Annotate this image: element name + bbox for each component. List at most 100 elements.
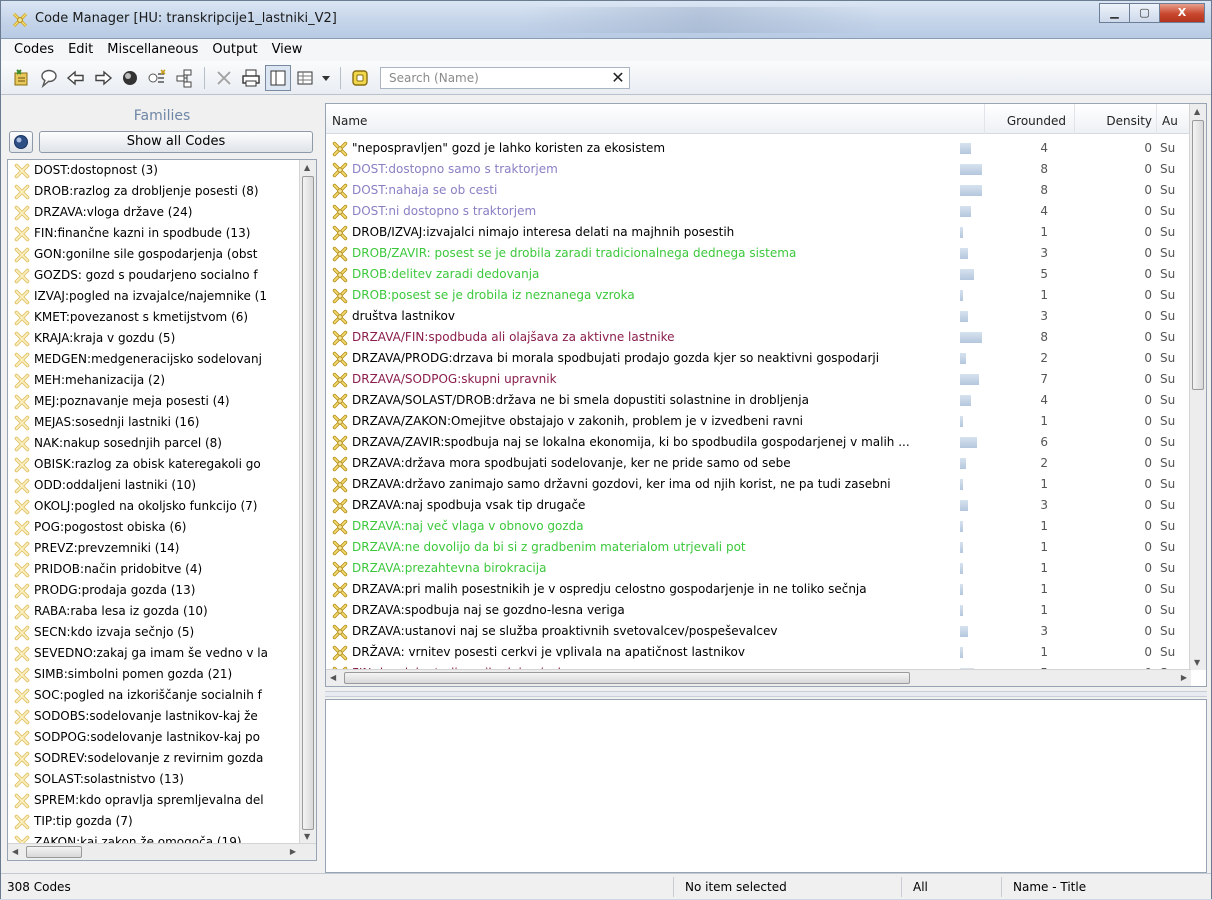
table-row[interactable]: DRZAVA:prezahtevna birokracija 1 0 Su [326, 558, 1191, 579]
family-item[interactable]: DOST:dostopnost (3) [8, 160, 299, 181]
family-list-vscroll[interactable]: ▲ ▼ [299, 160, 316, 844]
table-row[interactable]: DOST:ni dostopno s traktorjem 4 0 Su [326, 201, 1191, 222]
grid-view-icon[interactable] [292, 65, 318, 91]
menu-output[interactable]: Output [205, 39, 264, 61]
search-clear-icon[interactable]: ✕ [607, 68, 629, 87]
table-row[interactable]: DRZAVA:ne dovolijo da bi si z gradbenim … [326, 537, 1191, 558]
family-item[interactable]: SODOBS:sodelovanje lastnikov-kaj že [8, 706, 299, 727]
family-item[interactable]: DROB:razlog za drobljenje posesti (8) [8, 181, 299, 202]
family-item[interactable]: MEJAS:sosednji lastniki (16) [8, 412, 299, 433]
family-item[interactable]: PREVZ:prevzemniki (14) [8, 538, 299, 559]
table-row[interactable]: DROB/IZVAJ:izvajalci nimajo interesa del… [326, 222, 1191, 243]
delete-icon[interactable] [211, 65, 237, 91]
family-item[interactable]: ODD:oddaljeni lastniki (10) [8, 475, 299, 496]
new-code-icon[interactable] [9, 65, 35, 91]
family-item[interactable]: IZVAJ:pogled na izvajalce/najemnike (1 [8, 286, 299, 307]
family-item[interactable]: SODPOG:sodelovanje lastnikov-kaj po [8, 727, 299, 748]
family-item[interactable]: SECN:kdo izvaja sečnjo (5) [8, 622, 299, 643]
table-row[interactable]: DRZAVA/SODPOG:skupni upravnik 7 0 Su [326, 369, 1191, 390]
close-button[interactable]: X [1159, 3, 1205, 23]
maximize-button[interactable]: ▢ [1129, 3, 1159, 23]
back-arrow-icon[interactable] [63, 65, 89, 91]
family-item[interactable]: FIN:finančne kazni in spodbude (13) [8, 223, 299, 244]
table-row[interactable]: DRZAVA/ZAVIR:spodbuja naj se lokalna eko… [326, 432, 1191, 453]
column-header-name[interactable]: Name [332, 104, 367, 134]
grid-hscroll[interactable]: ◀ ▶ [326, 669, 1191, 686]
family-item[interactable]: SIMB:simbolni pomen gozda (21) [8, 664, 299, 685]
menu-miscellaneous[interactable]: Miscellaneous [100, 39, 205, 61]
scroll-thumb[interactable] [26, 846, 82, 858]
table-row[interactable]: DRZAVA/PRODG:drzava bi morala spodbujati… [326, 348, 1191, 369]
table-row[interactable]: DRZAVA:naj spodbuja vsak tip drugače 3 0 Su [326, 495, 1191, 516]
family-item[interactable]: MEDGEN:medgeneracijsko sodelovanj [8, 349, 299, 370]
table-row[interactable]: "nepospravljen" gozd je lahko koristen z… [326, 138, 1191, 159]
family-item[interactable]: SPREM:kdo opravlja spremljevalna del [8, 790, 299, 811]
table-row[interactable]: DRZAVA:državo zanimajo samo državni gozd… [326, 474, 1191, 495]
table-row[interactable]: DRZAVA/FIN:spodbuda ali olajšava za akti… [326, 327, 1191, 348]
menu-view[interactable]: View [265, 39, 310, 61]
family-item[interactable]: GOZDS: gozd s poudarjeno socialno f [8, 265, 299, 286]
family-icon [14, 583, 30, 598]
table-row[interactable]: DROB:delitev zaradi dedovanja 5 0 Su [326, 264, 1191, 285]
cell-density: 0 [1144, 372, 1152, 386]
tree-icon[interactable] [171, 65, 197, 91]
family-item[interactable]: DRZAVA:vloga države (24) [8, 202, 299, 223]
table-row[interactable]: DOST:nahaja se ob cesti 8 0 Su [326, 180, 1191, 201]
search-input[interactable] [387, 69, 607, 86]
minimize-button[interactable]: ▁ [1099, 3, 1129, 23]
menu-codes[interactable]: Codes [7, 39, 61, 61]
table-row[interactable]: DRZAVA:spodbuja naj se gozdno-lesna veri… [326, 600, 1191, 621]
split-view-icon[interactable] [265, 64, 291, 91]
family-item[interactable]: SODREV:sodelovanje z revirnim gozda [8, 748, 299, 769]
scroll-thumb[interactable] [344, 672, 910, 684]
grid-vscroll[interactable]: ▲ ▼ [1189, 104, 1206, 670]
table-row[interactable]: DRZAVA:pri malih posestnikih je v ospred… [326, 579, 1191, 600]
table-row[interactable]: društva lastnikov 3 0 Su [326, 306, 1191, 327]
print-icon[interactable] [238, 65, 264, 91]
column-header-author[interactable]: Au [1156, 104, 1191, 134]
table-row[interactable]: DRZAVA/SOLAST/DROB:država ne bi smela do… [326, 390, 1191, 411]
family-item[interactable]: POG:pogostost obiska (6) [8, 517, 299, 538]
family-item[interactable]: GON:gonilne sile gospodarjenja (obst [8, 244, 299, 265]
family-item[interactable]: PRIDOB:način pridobitve (4) [8, 559, 299, 580]
comment-pane[interactable] [325, 699, 1207, 873]
table-row[interactable]: DRŽAVA: vrnitev posesti cerkvi je vpliva… [326, 642, 1191, 663]
family-item[interactable]: MEH:mehanizacija (2) [8, 370, 299, 391]
table-row[interactable]: DROB:posest se je drobila iz neznanega v… [326, 285, 1191, 306]
family-item[interactable]: MEJ:poznavanje meja posesti (4) [8, 391, 299, 412]
family-item[interactable]: OBISK:razlog za obisk kateregakoli go [8, 454, 299, 475]
family-item[interactable]: KRAJA:kraja v gozdu (5) [8, 328, 299, 349]
family-item[interactable]: NAK:nakup sosednjih parcel (8) [8, 433, 299, 454]
title-bar[interactable]: Code Manager [HU: transkripcije1_lastnik… [1, 1, 1211, 39]
scroll-thumb[interactable] [302, 176, 314, 830]
dot-icon[interactable] [117, 65, 143, 91]
family-item[interactable]: PRODG:prodaja gozda (13) [8, 580, 299, 601]
family-item[interactable]: SOC:pogled na izkoriščanje socialnih f [8, 685, 299, 706]
table-row[interactable]: DROB/ZAVIR: posest se je drobila zaradi … [326, 243, 1191, 264]
family-list-hscroll[interactable]: ◀ ▶ [8, 843, 316, 860]
menu-edit[interactable]: Edit [61, 39, 100, 61]
comment-icon[interactable] [36, 65, 62, 91]
column-header-density[interactable]: Density [1074, 104, 1156, 134]
code-list-icon[interactable] [144, 65, 170, 91]
scroll-thumb[interactable] [1192, 120, 1204, 390]
family-item[interactable]: TIP:tip gozda (7) [8, 811, 299, 832]
family-item[interactable]: OKOLJ:pogled na okoljsko funkcijo (7) [8, 496, 299, 517]
family-item[interactable]: RABA:raba lesa iz gozda (10) [8, 601, 299, 622]
family-item[interactable]: SOLAST:solastnistvo (13) [8, 769, 299, 790]
code-filter-icon[interactable] [347, 65, 373, 91]
table-row[interactable]: DRZAVA:naj več vlaga v obnovo gozda 1 0 Su [326, 516, 1191, 537]
table-row[interactable]: DRZAVA/ZAKON:Omejitve obstajajo v zakoni… [326, 411, 1191, 432]
code-icon [332, 372, 348, 387]
family-filter-button[interactable] [9, 131, 33, 153]
table-row[interactable]: DRZAVA:ustanovi naj se služba proaktivni… [326, 621, 1191, 642]
dropdown-icon[interactable] [319, 65, 333, 91]
family-item[interactable]: SEVEDNO:zakaj ga imam še vedno v la [8, 643, 299, 664]
show-all-codes-button[interactable]: Show all Codes [39, 131, 313, 153]
family-item[interactable]: KMET:povezanost s kmetijstvom (6) [8, 307, 299, 328]
table-row[interactable]: DOST:dostopno samo s traktorjem 8 0 Su [326, 159, 1191, 180]
pane-splitter[interactable] [325, 691, 1207, 697]
column-header-grounded[interactable]: Grounded [984, 104, 1074, 134]
table-row[interactable]: DRZAVA:država mora spodbujati sodelovanj… [326, 453, 1191, 474]
forward-arrow-icon[interactable] [90, 65, 116, 91]
